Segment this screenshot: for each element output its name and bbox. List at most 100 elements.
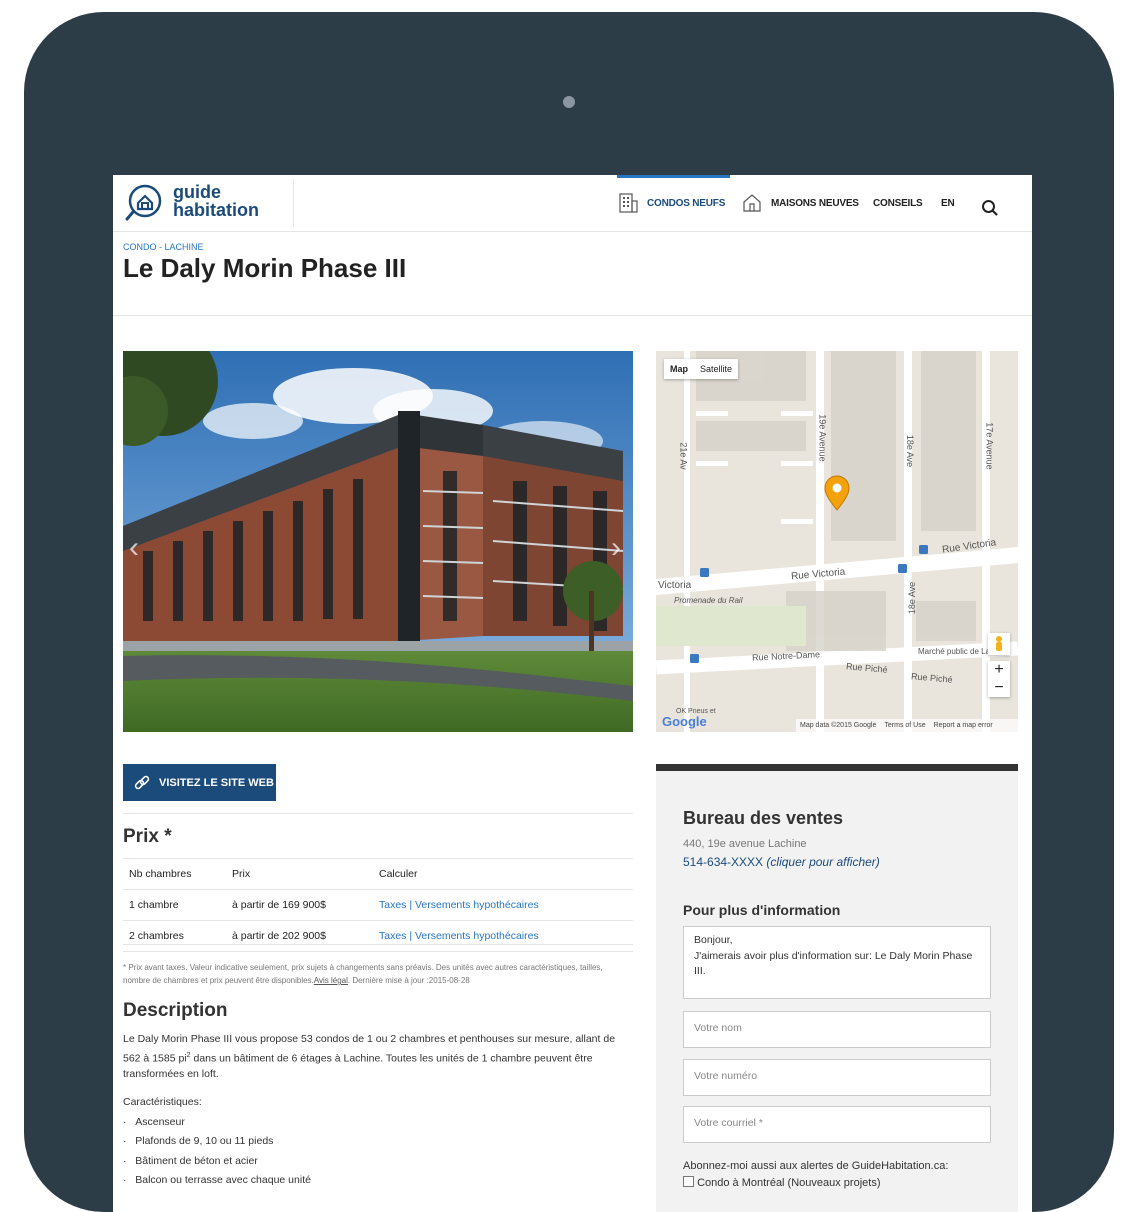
logo-line1: guide xyxy=(173,182,221,202)
link-icon xyxy=(134,775,150,789)
nav-en-label: EN xyxy=(941,197,955,209)
logo-line2: habitation xyxy=(173,200,259,220)
feature-text: Bâtiment de béton et acier xyxy=(135,1154,258,1167)
sales-phone[interactable]: 514-634-XXXX (cliquer pour afficher) xyxy=(683,855,880,869)
location-map[interactable]: Map Satellite Rue Victoria Rue Victoria … xyxy=(656,351,1018,732)
col-header: Nb chambres xyxy=(123,858,226,890)
tablet-camera xyxy=(563,96,575,108)
sales-office-panel: Bureau des ventes 440, 19e avenue Lachin… xyxy=(656,764,1018,1212)
number-field[interactable]: Votre numéro xyxy=(683,1059,991,1096)
nav-maisons-neuves[interactable]: MAISONS NEUVES xyxy=(741,192,859,214)
browser-screen: guide habitation CONDOS NEUFS MAISONS NE… xyxy=(113,175,1032,1212)
table-row: 2 chambres à partir de 202 900$ Taxes | … xyxy=(123,920,633,952)
tablet-frame: guide habitation CONDOS NEUFS MAISONS NE… xyxy=(24,12,1114,1212)
footnote-date: . Dernière mise à jour :2015-08-28 xyxy=(347,976,470,985)
zoom-in-button[interactable]: + xyxy=(988,661,1010,679)
visit-website-button[interactable]: VISITEZ LE SITE WEB xyxy=(123,764,276,801)
cell-calculer-link[interactable]: Taxes | Versements hypothécaires xyxy=(373,889,633,921)
map-terms-link[interactable]: Terms of Use xyxy=(884,722,925,729)
photo-prev-arrow[interactable]: ‹ xyxy=(129,531,139,565)
table-row: 1 chambre à partir de 169 900$ Taxes | V… xyxy=(123,889,633,921)
nav-conseils-label: CONSEILS xyxy=(873,197,923,209)
condo-alert-checkbox[interactable] xyxy=(683,1176,694,1187)
building-icon xyxy=(619,193,638,213)
nav-bar: CONDOS NEUFS xyxy=(617,175,725,231)
feature-text: Ascenseur xyxy=(135,1115,185,1128)
nav-maisons-label: MAISONS NEUVES xyxy=(771,197,859,209)
search-icon[interactable] xyxy=(981,199,999,217)
map-label-19e-avenue: 19e Avenue xyxy=(817,414,828,462)
table-header-row: Nb chambres Prix Calculer xyxy=(123,858,633,890)
cell-calculer-link[interactable]: Taxes | Versements hypothécaires xyxy=(373,920,633,952)
map-tab-satellite[interactable]: Satellite xyxy=(694,359,738,379)
house-logo-icon xyxy=(125,184,162,221)
map-tab-map[interactable]: Map xyxy=(664,359,694,379)
project-photo[interactable]: ‹ › xyxy=(123,351,633,732)
divider xyxy=(123,813,633,814)
map-label-21e-av: 21e Av xyxy=(678,442,689,470)
photo-next-arrow[interactable]: › xyxy=(611,531,621,565)
list-item: · Balcon ou terrasse avec chaque unité xyxy=(123,1174,311,1186)
show-phone-link[interactable]: (cliquer pour afficher) xyxy=(766,855,879,869)
map-zoom-control: + − xyxy=(988,661,1010,697)
col-header: Prix xyxy=(226,858,373,890)
condo-alert-option[interactable]: Condo à Montréal (Nouveaux projets) xyxy=(683,1176,881,1189)
phone-number: 514-634-XXXX xyxy=(683,855,764,869)
features-list: Caractéristiques: · Ascenseur · Plafonds… xyxy=(123,1093,311,1191)
map-label-18e-ave: 18e Ave xyxy=(905,434,916,468)
nav-bar-4: EN xyxy=(941,175,955,231)
map-type-toggle: Map Satellite xyxy=(664,359,739,379)
divider xyxy=(123,944,633,945)
email-field[interactable]: Votre courriel * xyxy=(683,1106,991,1143)
cell-prix: à partir de 202 900$ xyxy=(226,920,373,952)
map-label-marche: Marché public de Lachine xyxy=(918,647,1010,656)
breadcrumb[interactable]: CONDO - LACHINE xyxy=(123,242,204,252)
col-header: Calculer xyxy=(373,858,633,890)
zoom-out-button[interactable]: − xyxy=(988,679,1010,697)
page-title: Le Daly Morin Phase III xyxy=(123,253,407,283)
map-label-promenade: Promenade du Rail xyxy=(674,596,743,605)
street-view-pegman-icon[interactable] xyxy=(988,633,1010,655)
list-item: · Plafonds de 9, 10 ou 11 pieds xyxy=(123,1135,274,1147)
feature-text: Balcon ou terrasse avec chaque unité xyxy=(135,1174,311,1186)
visit-website-label: VISITEZ LE SITE WEB xyxy=(159,776,274,789)
map-label-18e-ave-2: 18e Ave xyxy=(907,581,918,615)
features-label: Caractéristiques: xyxy=(123,1096,202,1108)
nav-conseils[interactable]: CONSEILS xyxy=(873,198,923,209)
description-part-b: dans un bâtiment de 6 étages à Lachine. … xyxy=(123,1052,593,1080)
sales-heading: Bureau des ventes xyxy=(683,808,844,828)
price-table: Nb chambres Prix Calculer 1 chambre à pa… xyxy=(123,858,633,952)
title-area: CONDO - LACHINE Le Daly Morin Phase III xyxy=(113,231,1032,316)
message-textarea[interactable]: Bonjour, J'aimerais avoir plus d'informa… xyxy=(683,926,991,999)
logo-wordmark: guide habitation xyxy=(173,183,259,219)
map-report-link[interactable]: Report a map error xyxy=(934,722,993,729)
google-logo: Google xyxy=(662,714,707,729)
site-logo[interactable]: guide habitation xyxy=(123,179,294,227)
list-item: · Ascenseur xyxy=(123,1115,185,1128)
nav-bar-3: CONSEILS xyxy=(873,175,923,231)
description-text: Le Daly Morin Phase III vous propose 53 … xyxy=(123,1032,635,1082)
map-label-17e-avenue: 17e Avenue xyxy=(984,422,995,470)
info-heading: Pour plus d'information xyxy=(683,902,841,918)
feature-text: Plafonds de 9, 10 ou 11 pieds xyxy=(135,1135,274,1147)
name-field[interactable]: Votre nom xyxy=(683,1011,991,1048)
site-header: guide habitation CONDOS NEUFS MAISONS NE… xyxy=(113,175,1032,232)
map-data-credit: Map data ©2015 Google xyxy=(800,722,877,729)
building-rendering-image xyxy=(123,351,633,732)
description-heading: Description xyxy=(123,1000,228,1021)
nav-condos-neufs[interactable]: CONDOS NEUFS xyxy=(617,192,725,214)
list-item: · Bâtiment de béton et acier xyxy=(123,1154,258,1167)
subscribe-label: Abonnez-moi aussi aux alertes de GuideHa… xyxy=(683,1160,949,1172)
nav-condos-label: CONDOS NEUFS xyxy=(647,197,726,209)
nav-lang-en[interactable]: EN xyxy=(941,198,955,209)
sales-address: 440, 19e avenue Lachine xyxy=(683,838,807,850)
legal-notice-link[interactable]: Avis légal xyxy=(314,976,348,985)
price-footnote: * Prix avant taxes. Valeur indicative se… xyxy=(123,961,623,987)
map-label-victoria: Victoria xyxy=(658,580,692,591)
cell-prix: à partir de 169 900$ xyxy=(226,889,373,921)
price-heading: Prix * xyxy=(123,826,172,847)
map-footer: Map data ©2015 Google Terms of Use Repor… xyxy=(796,719,1018,732)
cell-chambres: 1 chambre xyxy=(123,889,226,921)
house-icon xyxy=(743,194,761,212)
nav-bar-2: MAISONS NEUVES xyxy=(741,175,859,231)
